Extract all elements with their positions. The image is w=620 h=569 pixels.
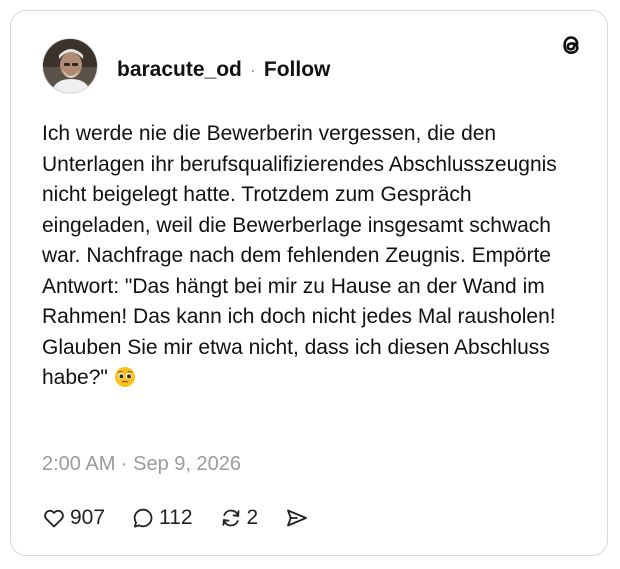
post-header: baracute_od · Follow	[117, 57, 330, 83]
like-button[interactable]: 907	[42, 506, 105, 530]
avatar[interactable]	[42, 38, 98, 94]
threads-logo-icon[interactable]	[558, 32, 584, 58]
post-text: Ich werde nie die Bewerberin vergessen, …	[42, 119, 582, 394]
post-body: Ich werde nie die Bewerberin vergessen, …	[42, 122, 557, 389]
action-bar: 907 112 2	[42, 504, 336, 532]
repost-button[interactable]: 2	[219, 506, 259, 530]
like-count: 907	[70, 506, 106, 529]
send-icon	[287, 509, 308, 527]
pleading-face-emoji	[114, 367, 135, 387]
share-button[interactable]	[284, 506, 310, 530]
separator-dot: ·	[249, 59, 256, 80]
avatar-image	[43, 39, 97, 93]
reply-count: 112	[159, 506, 193, 529]
post-timestamp: 2:00 AM · Sep 9, 2026	[42, 453, 242, 475]
reply-button[interactable]: 112	[131, 506, 193, 530]
follow-button[interactable]: Follow	[264, 58, 331, 82]
repost-count: 2	[246, 506, 259, 529]
heart-icon	[44, 509, 64, 528]
threads-post-card: baracute_od · Follow Ich werde nie die B…	[10, 10, 608, 556]
username[interactable]: baracute_od	[117, 58, 242, 82]
repost-icon	[222, 509, 239, 527]
speech-bubble-icon	[133, 508, 153, 528]
